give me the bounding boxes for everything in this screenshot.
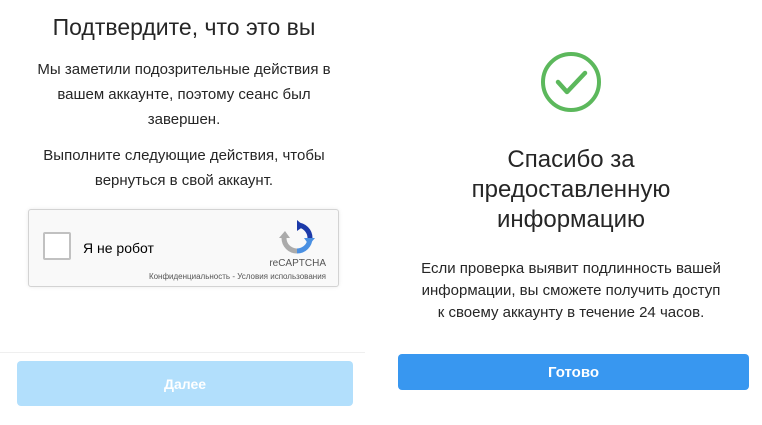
divider xyxy=(0,352,365,353)
page-title: Подтвердите, что это вы xyxy=(52,14,316,40)
recaptcha-brand: reCAPTCHA xyxy=(269,258,326,269)
privacy-link[interactable]: Конфиденциальность xyxy=(149,272,230,281)
done-button[interactable]: Готово xyxy=(398,354,749,390)
text-line: завершен. xyxy=(147,111,221,128)
confirmation-panel: Спасибо за предоставленную информацию Ес… xyxy=(380,0,762,425)
terms-link[interactable]: Условия использования xyxy=(237,272,326,281)
recaptcha-logo-icon xyxy=(279,220,315,254)
instruction-text: Выполните следующие действия, чтобы верн… xyxy=(20,143,348,193)
suspicious-activity-text: Мы заметили подозрительные действия в ва… xyxy=(20,57,348,132)
check-circle-icon xyxy=(541,52,601,112)
text-line: вашем аккаунте, поэтому сеанс был xyxy=(57,86,311,103)
verify-panel: Подтвердите, что это вы Мы заметили подо… xyxy=(0,0,365,425)
text-line: Мы заметили подозрительные действия в xyxy=(37,61,331,78)
title-line: информацию xyxy=(496,206,646,233)
text-line: Выполните следующие действия, чтобы xyxy=(43,147,325,164)
recaptcha-links: Конфиденциальность - Условия использован… xyxy=(149,272,326,281)
thanks-title: Спасибо за предоставленную информацию xyxy=(380,145,762,235)
title-line: Спасибо за xyxy=(507,146,635,173)
text-line: информации, вы сможете получить доступ xyxy=(421,282,721,299)
text-line: вернуться в свой аккаунт. xyxy=(94,172,274,189)
not-robot-label: Я не робот xyxy=(83,240,154,256)
recaptcha-widget: Я не робот reCAPTCHA Конфиденциальность … xyxy=(28,209,339,287)
title-line: предоставленную xyxy=(471,176,671,203)
next-button[interactable]: Далее xyxy=(17,361,353,406)
not-robot-checkbox[interactable] xyxy=(43,232,71,260)
text-line: Если проверка выявит подлинность вашей xyxy=(421,260,721,277)
verification-info-text: Если проверка выявит подлинность вашей и… xyxy=(394,258,748,324)
text-line: к своему аккаунту в течение 24 часов. xyxy=(437,304,705,321)
